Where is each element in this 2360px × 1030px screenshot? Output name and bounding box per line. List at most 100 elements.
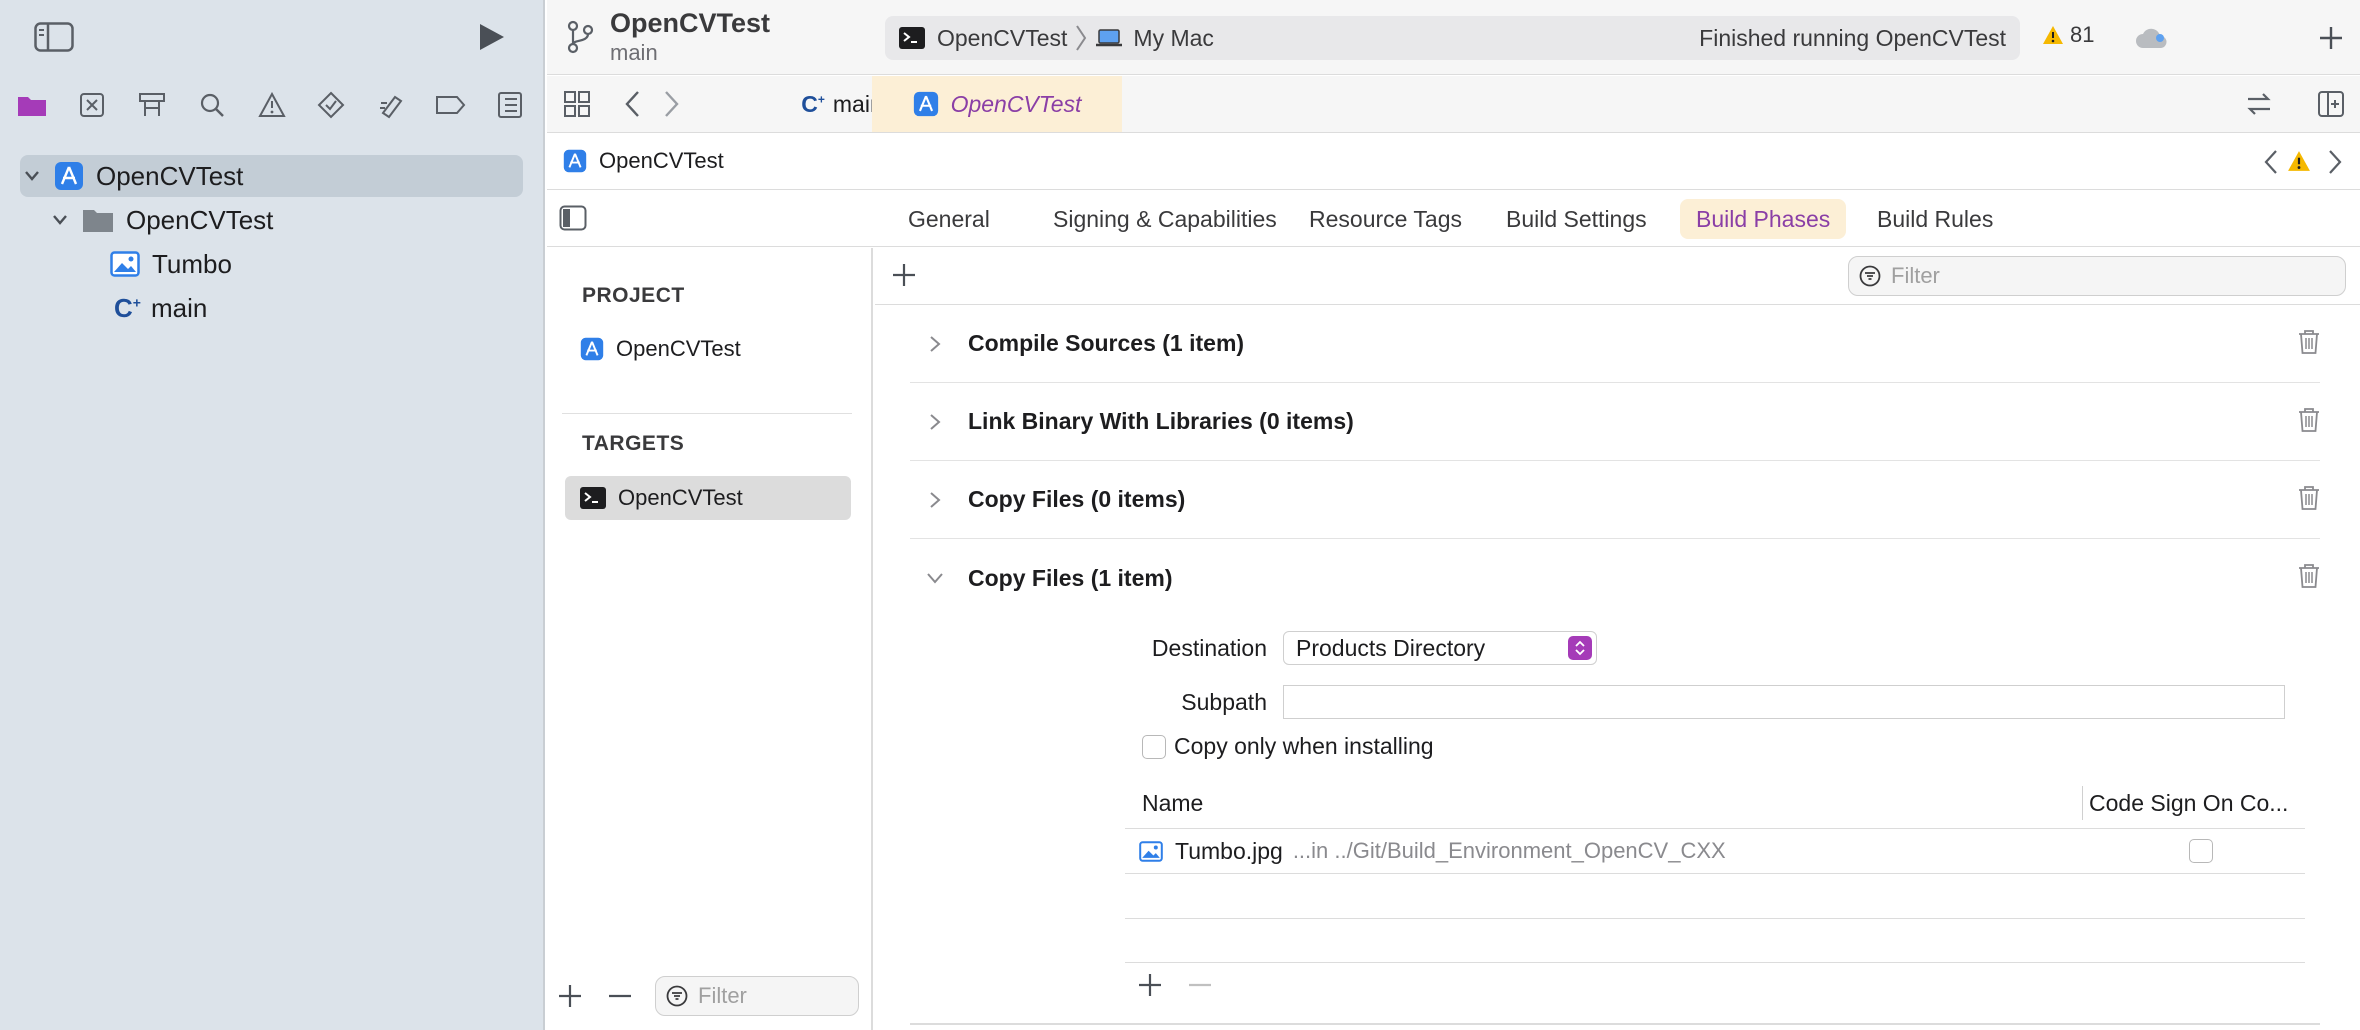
filter-placeholder: Filter xyxy=(698,983,747,1008)
source-control-navigator-icon[interactable] xyxy=(74,84,110,126)
tab-opencvtest[interactable]: OpenCVTest xyxy=(872,76,1122,132)
tab-signing-capabilities[interactable]: Signing & Capabilities xyxy=(1037,199,1293,239)
jump-bar: OpenCVTest xyxy=(547,134,2360,190)
tree-label: main xyxy=(150,292,208,323)
phase-title: Link Binary With Libraries (0 items) xyxy=(968,408,1354,434)
chevron-right-icon[interactable] xyxy=(920,491,950,509)
chevron-down-icon[interactable] xyxy=(920,572,950,584)
remove-target-icon[interactable] xyxy=(607,983,633,1009)
folder-icon xyxy=(82,207,114,233)
codesign-checkbox[interactable] xyxy=(2189,839,2213,863)
terminal-icon xyxy=(899,27,925,49)
window-toolbar: OpenCVTest main OpenCVTest My Mac Finish… xyxy=(547,0,2360,75)
phase-title: Copy Files (0 items) xyxy=(968,486,1186,512)
tree-row-image[interactable]: Tumbo xyxy=(110,243,232,285)
chevron-down-icon[interactable] xyxy=(20,170,44,182)
project-section-header: PROJECT xyxy=(582,284,685,307)
chevron-right-icon[interactable] xyxy=(920,413,950,431)
add-file-icon[interactable] xyxy=(1137,972,1163,998)
report-navigator-icon[interactable] xyxy=(492,84,528,126)
tree-label: OpenCVTest xyxy=(126,204,274,235)
cplusplus-file-icon: C+ xyxy=(801,90,825,117)
jump-bar-path[interactable]: OpenCVTest xyxy=(563,148,724,174)
image-file-icon xyxy=(110,251,140,277)
issue-navigator-icon[interactable] xyxy=(254,84,290,126)
branch-icon[interactable] xyxy=(565,20,595,54)
project-targets-list: PROJECT OpenCVTest TARGETS OpenCVTest Fi… xyxy=(547,248,873,1030)
find-navigator-icon[interactable] xyxy=(194,84,230,126)
trash-icon[interactable] xyxy=(2298,329,2320,355)
tree-label: OpenCVTest xyxy=(96,160,244,191)
scheme-activity-bar: OpenCVTest My Mac Finished running OpenC… xyxy=(885,16,2020,60)
project-item-label: OpenCVTest xyxy=(616,336,741,361)
debug-navigator-icon[interactable] xyxy=(373,84,409,126)
tab-build-rules[interactable]: Build Rules xyxy=(1861,199,2009,239)
tree-row-source[interactable]: C+ main xyxy=(114,287,207,329)
project-navigator-icon[interactable] xyxy=(14,84,50,126)
next-issue-icon[interactable] xyxy=(2327,149,2343,175)
sidebar-toggle-icon[interactable] xyxy=(34,22,74,52)
column-codesign-header[interactable]: Code Sign On Co... xyxy=(2089,790,2288,817)
scheme-selector[interactable]: OpenCVTest xyxy=(937,25,1067,52)
phase-copy-files-empty[interactable]: Copy Files (0 items) xyxy=(910,461,2320,539)
add-icon[interactable] xyxy=(2317,24,2345,52)
settings-tab-bar: General Signing & Capabilities Resource … xyxy=(547,191,2360,247)
jump-bar-label: OpenCVTest xyxy=(599,148,724,173)
swap-arrows-icon[interactable] xyxy=(2244,90,2274,118)
phase-copy-files-expanded[interactable]: Copy Files (1 item) xyxy=(910,539,2320,617)
toggle-targets-icon[interactable] xyxy=(559,205,587,231)
targets-filter-input[interactable]: Filter xyxy=(655,976,859,1016)
project-item[interactable]: OpenCVTest xyxy=(565,327,851,371)
add-editor-icon[interactable] xyxy=(2317,90,2345,118)
tab-general[interactable]: General xyxy=(892,199,1006,239)
chevron-right-icon[interactable] xyxy=(920,335,950,353)
tab-build-settings[interactable]: Build Settings xyxy=(1490,199,1663,239)
tree-row-folder[interactable]: OpenCVTest xyxy=(48,199,273,241)
breakpoint-navigator-icon[interactable] xyxy=(432,84,468,126)
add-build-phase-icon[interactable] xyxy=(891,262,917,288)
tab-resource-tags[interactable]: Resource Tags xyxy=(1293,199,1478,239)
app-project-icon xyxy=(54,161,84,191)
laptop-icon xyxy=(1095,28,1123,48)
previous-issue-icon[interactable] xyxy=(2263,149,2279,175)
destination-popup[interactable]: Products Directory xyxy=(1283,631,1597,665)
phases-filter-input[interactable]: Filter xyxy=(1848,256,2346,296)
tree-row-project[interactable]: OpenCVTest xyxy=(20,155,523,197)
test-navigator-icon[interactable] xyxy=(313,84,349,126)
subpath-input[interactable] xyxy=(1283,685,2285,719)
grid-icon[interactable] xyxy=(563,90,591,118)
warning-indicator[interactable]: 81 xyxy=(2042,22,2094,48)
file-location: ...in ../Git/Build_Environment_OpenCV_CX… xyxy=(1292,838,1726,863)
build-phases-editor: Filter Compile Sources (1 item) Link Bin… xyxy=(875,248,2360,1030)
destination-label: Destination xyxy=(1151,635,1267,661)
warning-icon xyxy=(2042,25,2064,45)
column-divider xyxy=(2082,786,2083,820)
tab-build-phases[interactable]: Build Phases xyxy=(1680,199,1847,239)
back-chevron-icon[interactable] xyxy=(623,90,641,118)
forward-chevron-icon[interactable] xyxy=(663,90,681,118)
phase-title: Copy Files (1 item) xyxy=(968,564,1173,591)
navigator-selector-bar xyxy=(0,84,545,126)
phase-link-binary[interactable]: Link Binary With Libraries (0 items) xyxy=(910,383,2320,461)
remove-file-icon[interactable] xyxy=(1187,972,1213,998)
column-name-header[interactable]: Name xyxy=(1142,790,1203,817)
destination-selector[interactable]: My Mac xyxy=(1133,25,1214,52)
phase-compile-sources[interactable]: Compile Sources (1 item) xyxy=(910,305,2320,383)
run-icon[interactable] xyxy=(476,22,506,52)
chevron-down-icon[interactable] xyxy=(48,214,72,226)
row-divider xyxy=(1125,962,2305,963)
cloud-status-icon[interactable] xyxy=(2134,26,2170,50)
sidebar-toolbar xyxy=(0,0,543,75)
target-item[interactable]: OpenCVTest xyxy=(565,476,851,520)
trash-icon[interactable] xyxy=(2298,407,2320,433)
trash-icon[interactable] xyxy=(2298,563,2320,589)
activity-status: Finished running OpenCVTest xyxy=(1699,24,2006,51)
up-down-chevron-icon xyxy=(1568,636,1592,660)
add-target-icon[interactable] xyxy=(557,983,583,1009)
trash-icon[interactable] xyxy=(2298,485,2320,511)
symbol-navigator-icon[interactable] xyxy=(134,84,170,126)
copy-only-checkbox[interactable] xyxy=(1142,735,1166,759)
warning-icon[interactable] xyxy=(2287,150,2311,172)
table-row[interactable]: Tumbo.jpg ...in ../Git/Build_Environment… xyxy=(1125,829,2305,873)
navigator-sidebar: OpenCVTest OpenCVTest Tumbo C+ main xyxy=(0,0,545,1030)
